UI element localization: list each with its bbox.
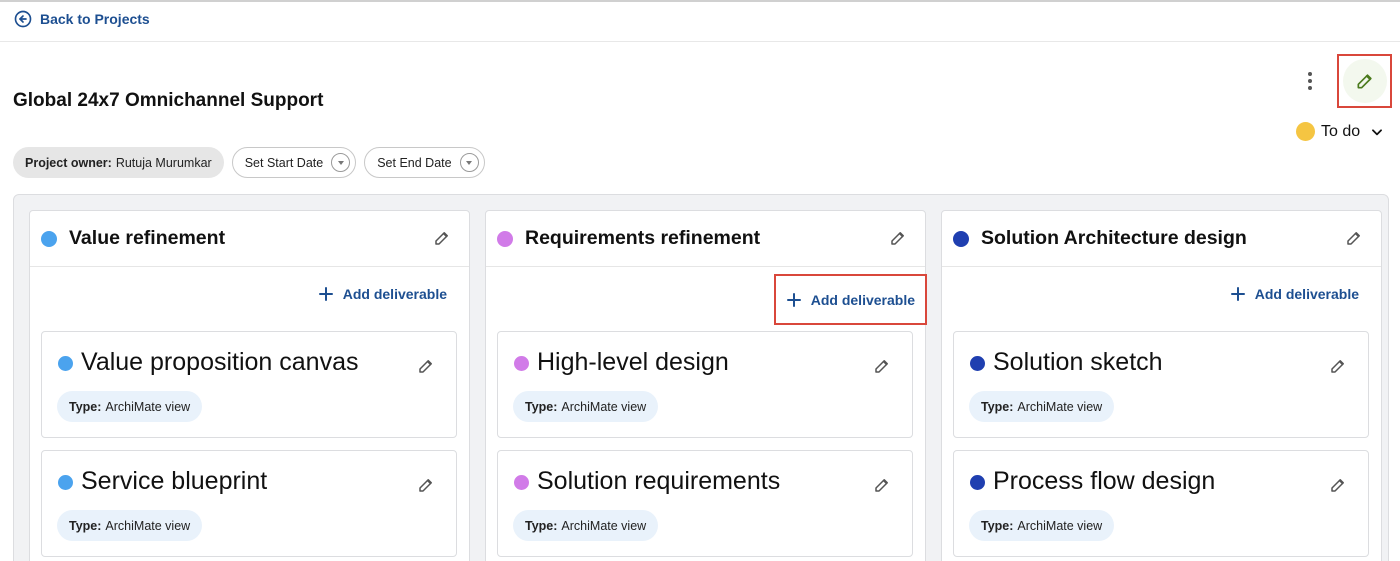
status-dropdown[interactable]: To do — [1296, 122, 1384, 141]
deliverable-title: Solution requirements — [537, 467, 781, 495]
top-bar: Back to Projects — [0, 0, 1400, 42]
phase-column-requirements-refinement: Requirements refinement Add deliverable … — [485, 210, 927, 561]
phase-color-dot — [953, 231, 969, 247]
add-deliverable-button[interactable]: Add deliverable — [1230, 286, 1359, 302]
type-label: Type: — [525, 399, 558, 414]
phase-column-solution-architecture-design: Solution Architecture design Add deliver… — [941, 210, 1382, 561]
type-label: Type: — [981, 399, 1014, 414]
deliverable-type-chip: Type: ArchiMate view — [57, 391, 203, 422]
add-deliverable-label: Add deliverable — [810, 291, 915, 308]
chevron-down-icon — [1372, 128, 1383, 135]
pencil-icon — [1331, 479, 1344, 492]
deliverable-title: High-level design — [537, 348, 729, 376]
edit-deliverable-button[interactable] — [872, 356, 892, 376]
pencil-icon — [875, 479, 888, 492]
deliverable-card[interactable]: Solution requirements Type: ArchiMate vi… — [497, 450, 913, 557]
deliverable-title: Service blueprint — [81, 467, 268, 495]
deliverable-card[interactable]: Solution sketch Type: ArchiMate view — [953, 331, 1369, 438]
type-label: Type: — [69, 399, 102, 414]
add-deliverable-label: Add deliverable — [342, 286, 447, 302]
phase-color-dot — [41, 231, 57, 247]
deliverable-type-chip: Type: ArchiMate view — [57, 510, 203, 541]
phase-color-dot — [497, 231, 513, 247]
plus-icon — [1230, 287, 1245, 301]
deliverable-color-dot — [970, 356, 985, 371]
type-value: ArchiMate view — [105, 399, 191, 414]
back-to-projects-link[interactable]: Back to Projects — [14, 10, 150, 28]
edit-project-icon-wrapper — [1342, 59, 1387, 103]
project-owner-chip: Project owner: Rutuja Murumkar — [13, 147, 224, 178]
edit-deliverable-button[interactable] — [416, 475, 436, 495]
deliverable-color-dot — [58, 475, 73, 490]
owner-value: Rutuja Murumkar — [115, 155, 212, 170]
pencil-icon — [435, 232, 448, 245]
deliverable-color-dot — [58, 356, 73, 371]
pencil-icon — [1331, 360, 1344, 373]
pencil-icon — [1347, 232, 1360, 245]
type-value: ArchiMate view — [105, 518, 191, 533]
status-label: To do — [1321, 122, 1361, 140]
plus-icon — [786, 292, 801, 307]
type-label: Type: — [981, 518, 1014, 533]
deliverable-card[interactable]: High-level design Type: ArchiMate view — [497, 331, 913, 438]
start-date-label: Set Start Date — [244, 155, 324, 170]
owner-label: Project owner: — [25, 155, 112, 170]
pencil-icon — [419, 479, 432, 492]
pencil-icon — [891, 232, 904, 245]
dropdown-icon — [331, 153, 351, 172]
type-value: ArchiMate view — [1017, 399, 1103, 414]
more-vertical-icon — [1308, 72, 1312, 90]
dropdown-icon — [459, 153, 479, 172]
pencil-icon — [419, 360, 432, 373]
arrow-left-circle-icon — [14, 10, 32, 28]
type-label: Type: — [525, 518, 558, 533]
deliverable-title: Solution sketch — [993, 348, 1163, 376]
deliverable-color-dot — [514, 356, 529, 371]
deliverable-color-dot — [970, 475, 985, 490]
deliverable-card[interactable]: Process flow design Type: ArchiMate view — [953, 450, 1369, 557]
deliverable-type-chip: Type: ArchiMate view — [513, 510, 659, 541]
status-dot — [1296, 122, 1315, 141]
deliverable-type-chip: Type: ArchiMate view — [969, 510, 1115, 541]
deliverable-card[interactable]: Service blueprint Type: ArchiMate view — [41, 450, 457, 557]
column-header: Solution Architecture design — [942, 211, 1381, 267]
edit-phase-button[interactable] — [888, 228, 908, 248]
edit-deliverable-button[interactable] — [1328, 356, 1348, 376]
plus-icon — [318, 287, 333, 301]
phase-column-value-refinement: Value refinement Add deliverable Value p… — [29, 210, 470, 561]
type-label: Type: — [69, 518, 102, 533]
column-title: Value refinement — [69, 227, 226, 249]
end-date-chip[interactable]: Set End Date — [364, 147, 485, 178]
pencil-icon — [1357, 74, 1372, 89]
back-link-label: Back to Projects — [40, 11, 150, 27]
deliverable-color-dot — [514, 475, 529, 490]
project-title: Global 24x7 Omnichannel Support — [13, 90, 324, 111]
edit-phase-button[interactable] — [1344, 228, 1364, 248]
type-value: ArchiMate view — [1017, 518, 1103, 533]
type-value: ArchiMate view — [561, 518, 647, 533]
deliverable-title: Value proposition canvas — [81, 348, 359, 376]
edit-phase-button[interactable] — [432, 228, 452, 248]
add-deliverable-button[interactable]: Add deliverable — [773, 274, 927, 325]
deliverable-card[interactable]: Value proposition canvas Type: ArchiMate… — [41, 331, 457, 438]
column-title: Requirements refinement — [525, 227, 761, 249]
edit-deliverable-button[interactable] — [872, 475, 892, 495]
column-header: Value refinement — [30, 211, 469, 267]
edit-deliverable-button[interactable] — [416, 356, 436, 376]
add-deliverable-label: Add deliverable — [1254, 286, 1359, 302]
end-date-label: Set End Date — [377, 155, 452, 170]
edit-deliverable-button[interactable] — [1328, 475, 1348, 495]
deliverable-type-chip: Type: ArchiMate view — [969, 391, 1115, 422]
more-options-button[interactable] — [1301, 70, 1319, 92]
type-value: ArchiMate view — [561, 399, 647, 414]
column-header: Requirements refinement — [486, 211, 925, 267]
edit-project-button[interactable] — [1337, 54, 1392, 108]
deliverable-title: Process flow design — [993, 467, 1216, 495]
add-deliverable-button[interactable]: Add deliverable — [318, 286, 447, 302]
project-meta-chips: Project owner: Rutuja Murumkar Set Start… — [13, 147, 485, 178]
start-date-chip[interactable]: Set Start Date — [231, 147, 357, 178]
deliverable-type-chip: Type: ArchiMate view — [513, 391, 659, 422]
column-title: Solution Architecture design — [981, 227, 1247, 249]
pencil-icon — [875, 360, 888, 373]
